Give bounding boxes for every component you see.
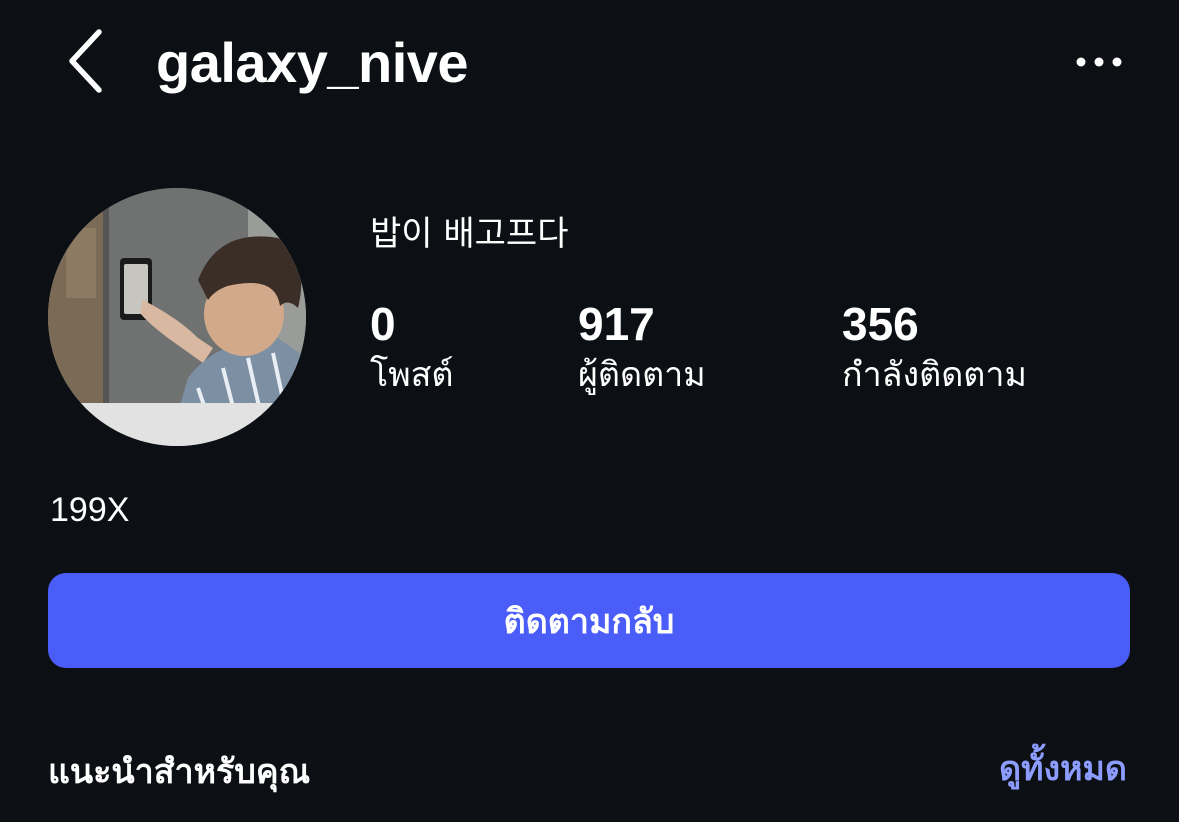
following-count: 356 bbox=[842, 298, 919, 350]
more-options-button[interactable] bbox=[1069, 42, 1129, 82]
profile-username: galaxy_nive bbox=[156, 31, 469, 94]
suggested-for-you-heading: แนะนำสำหรับคุณ bbox=[48, 752, 311, 792]
chevron-left-icon bbox=[69, 29, 102, 93]
back-button[interactable] bbox=[60, 26, 110, 96]
profile-display-name: 밥이 배고프다 bbox=[370, 214, 569, 254]
avatar[interactable] bbox=[48, 188, 306, 446]
profile-bio: 199X bbox=[50, 491, 130, 529]
followers-stat[interactable]: 917 ผู้ติดตาม bbox=[578, 298, 706, 400]
followers-count: 917 bbox=[578, 298, 655, 350]
following-stat[interactable]: 356 กำลังติดตาม bbox=[842, 298, 1027, 400]
posts-count: 0 bbox=[370, 298, 396, 350]
followers-label: ผู้ติดตาม bbox=[578, 355, 706, 395]
see-all-link[interactable]: ดูทั้งหมด bbox=[999, 742, 1127, 796]
profile-photo bbox=[48, 188, 306, 446]
profile-page: galaxy_nive 밥이 배고프다 0 โพสต์ 917 ผู้ติดตา… bbox=[0, 0, 1179, 822]
posts-stat[interactable]: 0 โพสต์ bbox=[370, 298, 454, 400]
more-horizontal-icon bbox=[1076, 57, 1122, 67]
following-label: กำลังติดตาม bbox=[842, 355, 1027, 395]
follow-back-button[interactable]: ติดตามกลับ bbox=[48, 573, 1130, 668]
posts-label: โพสต์ bbox=[370, 355, 454, 395]
